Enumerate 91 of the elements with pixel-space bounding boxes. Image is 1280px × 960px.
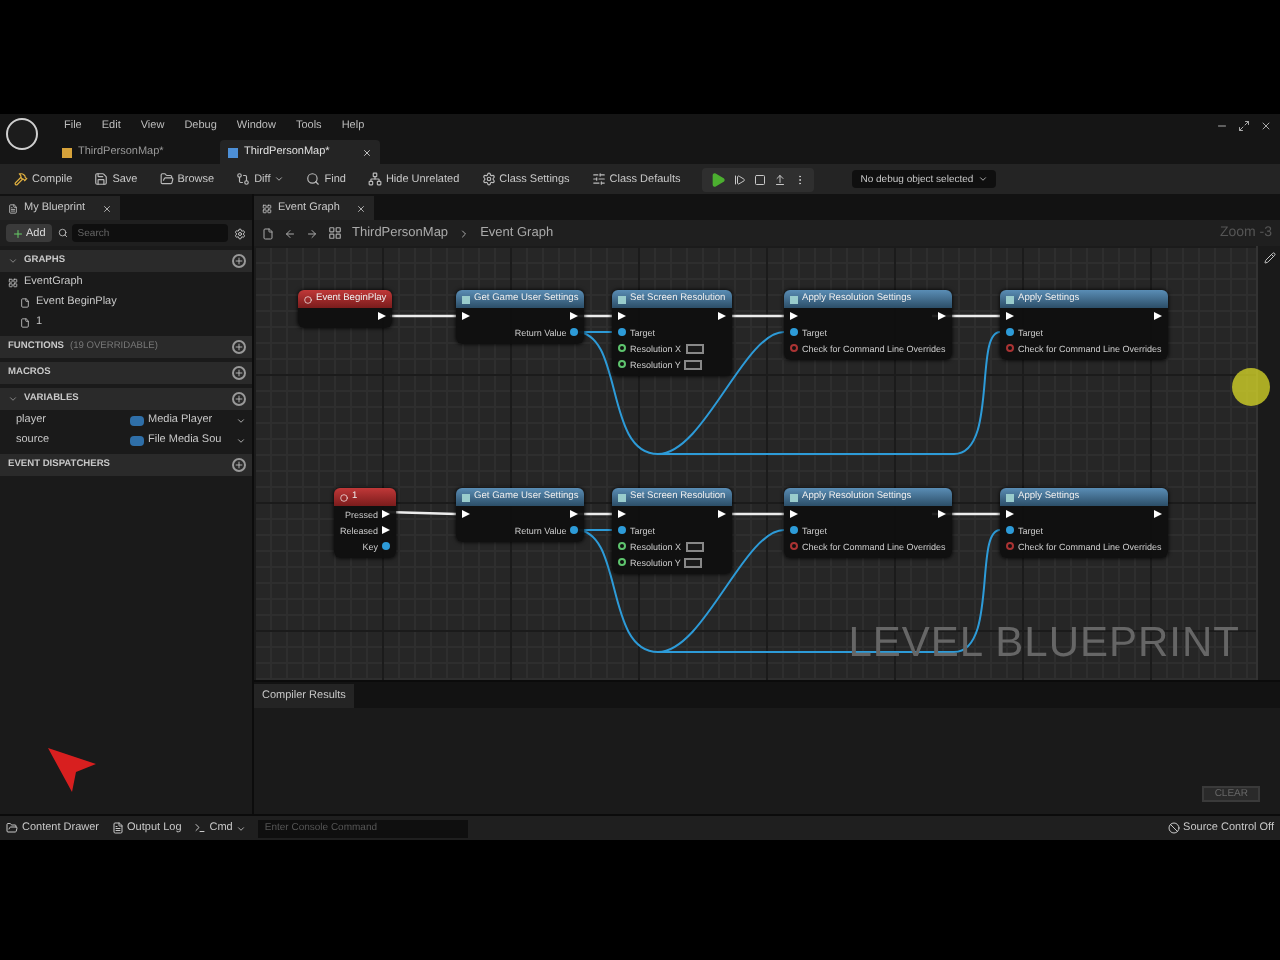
pin-icon[interactable] — [618, 344, 626, 352]
exec-pin-icon[interactable] — [1006, 312, 1014, 320]
function-icon — [1006, 295, 1014, 303]
exec-pin-icon[interactable] — [462, 312, 470, 320]
folder-icon — [6, 822, 18, 834]
graph-canvas[interactable] — [254, 246, 1256, 680]
caret-icon — [236, 823, 247, 833]
document-icon[interactable] — [262, 227, 274, 239]
network-icon — [367, 172, 382, 186]
exec-wire — [732, 314, 784, 318]
caret-icon — [977, 174, 988, 184]
pin-icon[interactable] — [618, 542, 626, 550]
pin-icon[interactable] — [1006, 328, 1014, 336]
graph-icon — [262, 203, 272, 213]
exec-pin-icon[interactable] — [618, 510, 626, 518]
exec-pin-icon[interactable] — [937, 312, 946, 320]
function-icon — [618, 493, 626, 501]
pin-icon[interactable] — [618, 526, 626, 534]
function-icon — [618, 295, 626, 303]
exec-pin-icon[interactable] — [790, 312, 798, 320]
exec-pin-icon[interactable] — [718, 312, 726, 320]
exec-pin-icon[interactable] — [382, 526, 391, 534]
pin-icon[interactable] — [570, 526, 579, 534]
hammer-icon — [14, 172, 28, 186]
function-icon — [790, 295, 798, 303]
function-icon — [462, 493, 470, 501]
breadcrumb-separator-icon — [458, 227, 471, 239]
exec-wire — [732, 512, 784, 516]
exec-pin-icon[interactable] — [1153, 312, 1162, 320]
add-icon[interactable] — [232, 340, 246, 354]
event-icon — [340, 493, 348, 501]
event-icon — [304, 295, 312, 303]
exec-pin-icon[interactable] — [570, 312, 579, 320]
function-icon — [462, 295, 470, 303]
stop-icon[interactable] — [754, 173, 767, 185]
graph-icon — [8, 277, 18, 287]
expand-caret-icon — [8, 256, 18, 266]
exec-pin-icon[interactable] — [378, 312, 387, 320]
step-icon[interactable] — [734, 173, 747, 185]
disabled-icon — [1167, 822, 1180, 834]
eject-icon[interactable] — [774, 173, 787, 185]
exec-pin-icon[interactable] — [790, 510, 798, 518]
compare-icon — [236, 172, 251, 186]
caret-icon — [274, 174, 285, 184]
pencil-icon[interactable] — [1263, 252, 1275, 264]
pin-icon[interactable] — [570, 328, 579, 336]
add-icon[interactable] — [232, 254, 246, 268]
close-icon[interactable] — [1260, 119, 1272, 131]
sliders-icon — [591, 172, 606, 186]
save-icon — [94, 172, 109, 186]
pin-icon[interactable] — [790, 526, 798, 534]
blueprint-icon — [62, 147, 72, 157]
event-icon — [20, 317, 30, 327]
expand-caret-icon — [8, 394, 18, 404]
pin-icon[interactable] — [382, 542, 391, 550]
logo-icon[interactable] — [6, 118, 38, 150]
search-icon — [57, 228, 68, 238]
pin-icon[interactable] — [790, 328, 798, 336]
search-icon — [306, 172, 321, 186]
exec-pin-icon[interactable] — [1153, 510, 1162, 518]
event-icon — [20, 297, 30, 307]
back-icon[interactable] — [284, 227, 296, 239]
pin-icon[interactable] — [618, 328, 626, 336]
exec-pin-icon[interactable] — [618, 312, 626, 320]
exec-pin-icon[interactable] — [382, 510, 391, 518]
forward-icon[interactable] — [306, 227, 318, 239]
play-icon[interactable] — [710, 171, 727, 187]
exec-pin-icon[interactable] — [937, 510, 946, 518]
add-icon[interactable] — [232, 392, 246, 406]
minimize-icon[interactable] — [1216, 119, 1228, 131]
add-icon[interactable] — [232, 458, 246, 472]
function-icon — [1006, 493, 1014, 501]
blueprint-icon — [228, 147, 238, 157]
plus-icon — [12, 227, 24, 239]
document-icon — [8, 203, 18, 213]
pin-icon[interactable] — [618, 558, 626, 566]
settings-icon — [481, 172, 496, 186]
graph-icon — [328, 226, 342, 240]
pin-icon[interactable] — [618, 360, 626, 368]
log-icon — [111, 822, 124, 834]
exec-wire — [390, 314, 456, 318]
add-icon[interactable] — [232, 366, 246, 380]
pin-icon[interactable] — [1006, 526, 1014, 534]
exec-pin-icon[interactable] — [1006, 510, 1014, 518]
exec-pin-icon[interactable] — [718, 510, 726, 518]
terminal-icon — [193, 822, 206, 834]
function-icon — [790, 493, 798, 501]
exec-pin-icon[interactable] — [570, 510, 579, 518]
settings-icon[interactable] — [234, 227, 246, 239]
folder-icon — [159, 172, 174, 186]
exec-pin-icon[interactable] — [462, 510, 470, 518]
